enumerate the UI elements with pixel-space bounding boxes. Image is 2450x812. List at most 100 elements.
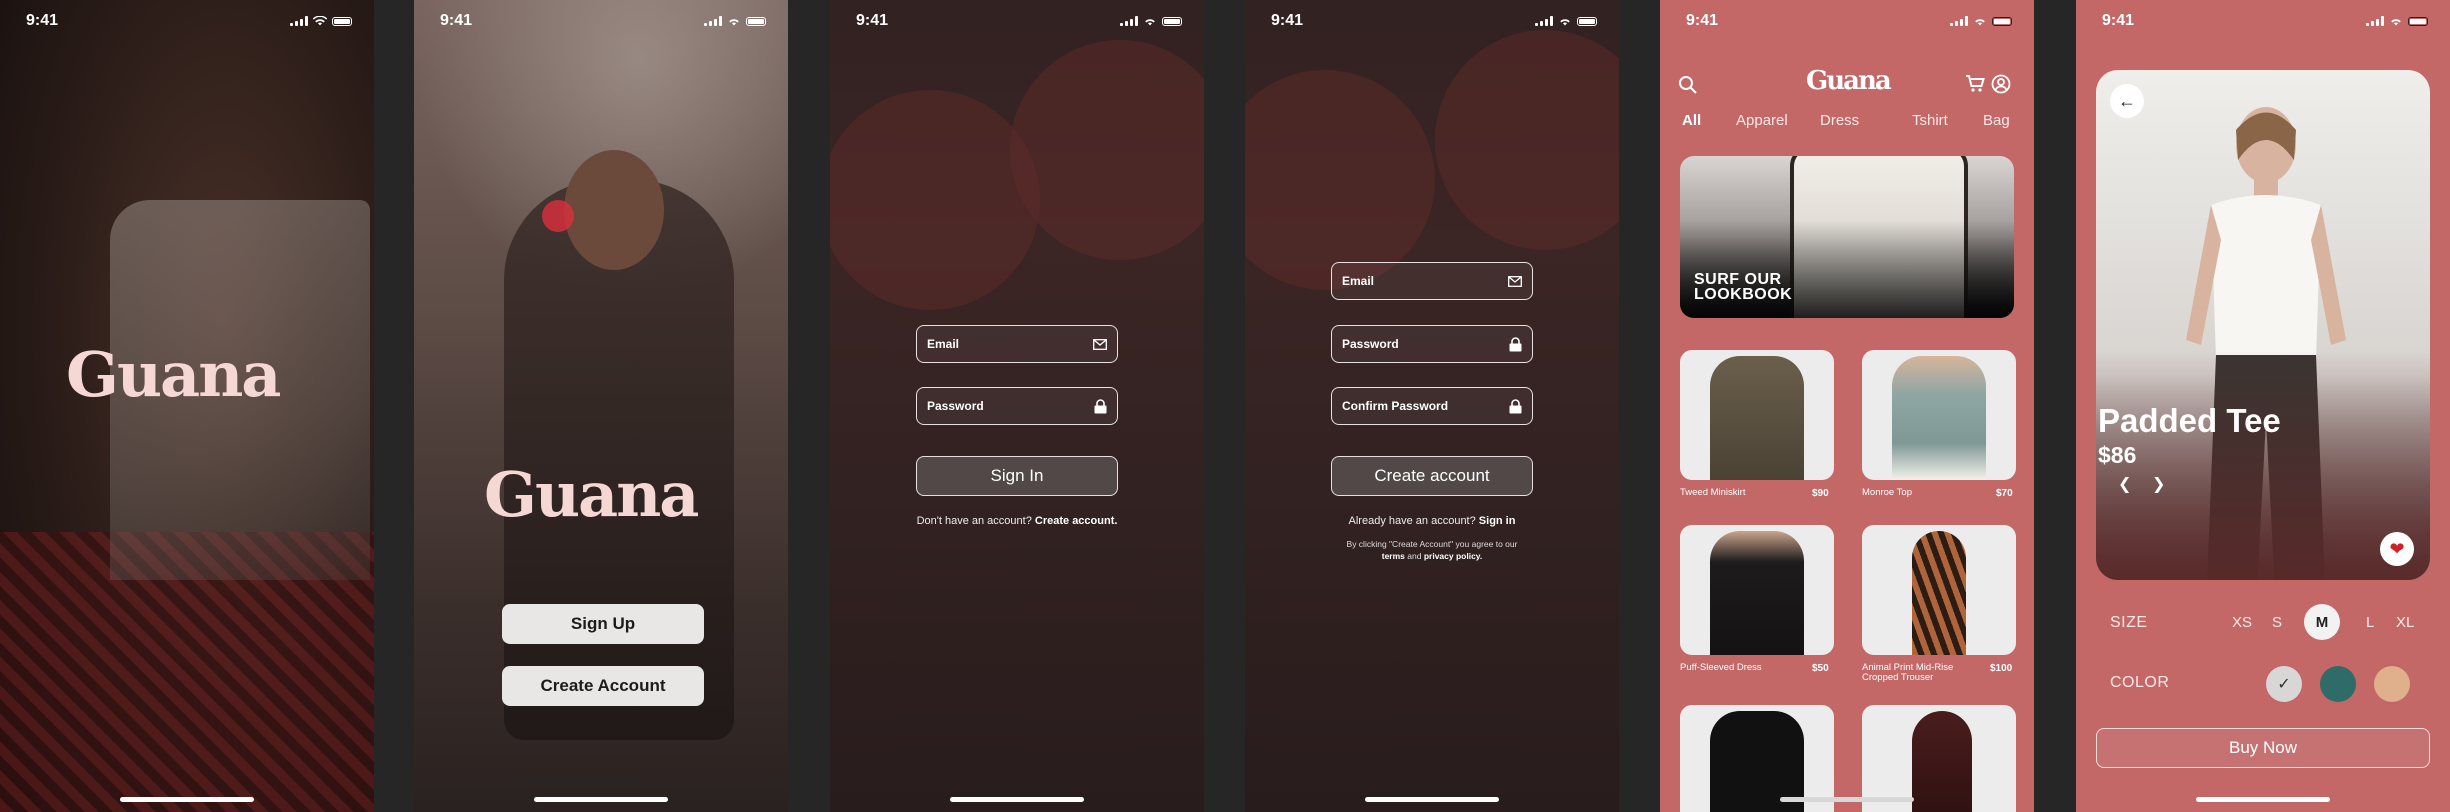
product-price: $50: [1812, 663, 1829, 674]
size-label: SIZE: [2110, 614, 2148, 631]
category-tabs: All Apparel Dress Tshirt Bag: [1660, 112, 2034, 136]
legal-prefix: By clicking "Create Account" you agree t…: [1346, 539, 1518, 549]
password-field[interactable]: Password: [916, 387, 1118, 425]
splash-screen: 9:41 Guana: [0, 0, 374, 812]
product-card[interactable]: [1680, 705, 1834, 812]
product-name: Puff-Sleeved Dress: [1680, 662, 1762, 673]
tab-all[interactable]: All: [1682, 112, 1701, 129]
tab-tshirt[interactable]: Tshirt: [1912, 112, 1948, 129]
signal-icon: [1950, 16, 1968, 26]
prompt-text: Don't have an account?: [916, 515, 1032, 527]
tab-apparel[interactable]: Apparel: [1736, 112, 1788, 129]
lock-icon: [1508, 398, 1522, 413]
password-placeholder: Password: [927, 399, 984, 413]
wifi-icon: [1145, 19, 1155, 26]
product-price: $90: [1812, 488, 1829, 499]
email-field[interactable]: Email: [1331, 262, 1533, 300]
sign-up-button[interactable]: Sign Up: [502, 604, 704, 644]
product-image: [1710, 356, 1804, 480]
sign-in-screen: 9:41 Email Password Sign In Don't have a…: [830, 0, 1204, 812]
create-account-button[interactable]: Create account: [1331, 456, 1533, 496]
password-field[interactable]: Password: [1331, 325, 1533, 363]
privacy-policy-link[interactable]: privacy policy.: [1424, 551, 1482, 561]
home-indicator[interactable]: [534, 797, 668, 802]
product-card[interactable]: [1862, 525, 2016, 655]
email-field[interactable]: Email: [916, 325, 1118, 363]
sign-in-link[interactable]: Sign in: [1479, 515, 1516, 527]
color-swatch-tan[interactable]: [2374, 666, 2410, 702]
mail-icon: [1508, 275, 1522, 287]
product-card[interactable]: [1862, 350, 2016, 480]
prev-image-icon[interactable]: ❮: [2118, 474, 2131, 494]
wifi-icon: [1560, 19, 1570, 26]
home-indicator[interactable]: [1365, 797, 1499, 802]
size-option-m[interactable]: M: [2304, 604, 2340, 640]
product-title: Padded Tee: [2098, 402, 2281, 439]
arrow-left-icon: ←: [2118, 90, 2136, 111]
product-name: Monroe Top: [1862, 487, 1912, 498]
color-swatch-teal[interactable]: [2320, 666, 2356, 702]
color-label: COLOR: [2110, 674, 2170, 691]
next-image-icon[interactable]: ❯: [2152, 474, 2165, 494]
product-card[interactable]: [1680, 350, 1834, 480]
search-icon[interactable]: [1678, 75, 1698, 95]
hero-shade: [2096, 70, 2430, 580]
product-card[interactable]: [1680, 525, 1834, 655]
lock-icon: [1508, 336, 1522, 351]
status-bar: 9:41: [414, 12, 788, 32]
brand-logo: Guana: [66, 338, 281, 411]
banner-title-line2: LOOKBOOK: [1694, 286, 1793, 303]
size-option-xl[interactable]: XL: [2396, 614, 2414, 631]
signal-icon: [1120, 16, 1138, 26]
tab-dress[interactable]: Dress: [1820, 112, 1859, 129]
home-indicator[interactable]: [120, 797, 254, 802]
confirm-password-field[interactable]: Confirm Password: [1331, 387, 1533, 425]
back-button[interactable]: ←: [2110, 84, 2144, 118]
product-card[interactable]: [1862, 705, 2016, 812]
product-image: [1892, 356, 1986, 480]
product-name: Animal Print Mid-Rise Cropped Trouser: [1862, 662, 1954, 683]
mail-icon: [1093, 338, 1107, 350]
product-detail-screen: 9:41 ← ❤ Padded Tee $86 ❮ ❯ SIZE XS S M …: [2076, 0, 2450, 812]
battery-icon: [746, 16, 766, 26]
signal-icon: [704, 16, 722, 26]
home-indicator[interactable]: [950, 797, 1084, 802]
size-option-s[interactable]: S: [2272, 614, 2282, 631]
lookbook-banner[interactable]: SURF OUR LOOKBOOK: [1680, 156, 2014, 318]
battery-icon: [1162, 16, 1182, 26]
sign-up-screen: 9:41 Email Password Confirm Password Cre…: [1245, 0, 1619, 812]
sign-in-prompt: Already have an account? Sign in: [1245, 515, 1619, 527]
create-account-button[interactable]: Create Account: [502, 666, 704, 706]
buy-now-button[interactable]: Buy Now: [2096, 728, 2430, 768]
product-name: Tweed Miniskirt: [1680, 487, 1746, 498]
battery-icon: [2408, 16, 2428, 26]
banner-title-line1: SURF OUR: [1694, 271, 1782, 288]
home-indicator[interactable]: [2196, 797, 2330, 802]
status-time: 9:41: [1271, 12, 1304, 29]
create-account-link[interactable]: Create account.: [1035, 515, 1118, 527]
signal-icon: [290, 16, 308, 26]
wifi-icon: [729, 19, 739, 26]
signal-icon: [1535, 16, 1553, 26]
product-image: [1710, 531, 1804, 655]
product-price: $70: [1996, 488, 2013, 499]
product-image: [1912, 531, 1966, 655]
profile-icon[interactable]: [1991, 74, 2011, 94]
battery-icon: [1992, 16, 2012, 26]
email-placeholder: Email: [927, 337, 960, 351]
heart-icon: ❤: [2389, 538, 2405, 559]
sunglasses-lens: [542, 200, 574, 232]
home-indicator[interactable]: [1780, 797, 1914, 802]
prompt-text: Already have an account?: [1348, 515, 1476, 527]
banner-title: SURF OUR LOOKBOOK: [1694, 271, 1793, 303]
cart-icon[interactable]: [1965, 75, 1985, 93]
tab-bag[interactable]: Bag: [1983, 112, 2010, 129]
sign-in-button[interactable]: Sign In: [916, 456, 1118, 496]
color-swatch-grey[interactable]: ✓: [2266, 666, 2302, 702]
brand-logo: Guana: [1806, 66, 1892, 96]
terms-link[interactable]: terms: [1382, 551, 1405, 561]
size-option-l[interactable]: L: [2366, 614, 2374, 631]
email-placeholder: Email: [1342, 274, 1375, 288]
size-option-xs[interactable]: XS: [2232, 614, 2252, 631]
favorite-button[interactable]: ❤: [2380, 532, 2414, 566]
